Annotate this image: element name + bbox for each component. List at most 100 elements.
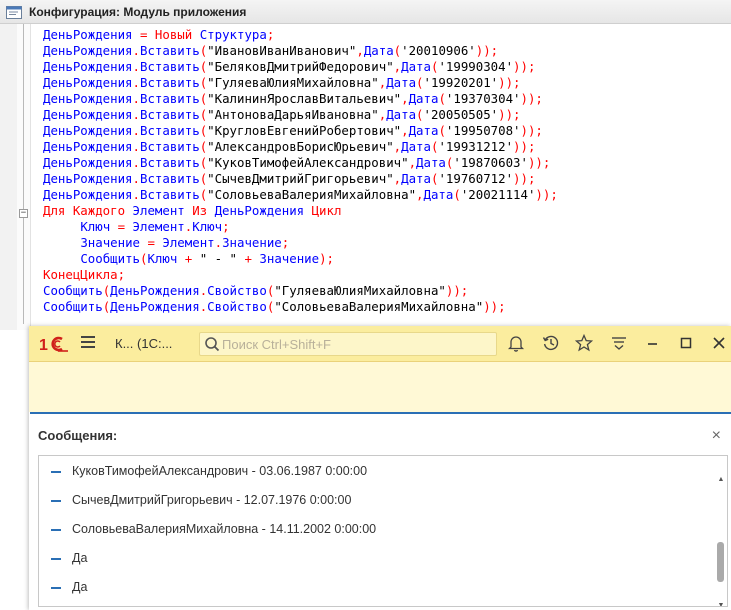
code-token: )); (498, 107, 521, 122)
code-token: ДеньРождения (43, 123, 133, 138)
code-token: Вставить (140, 123, 200, 138)
messages-close-button[interactable]: × (712, 428, 721, 444)
message-item[interactable]: КуковТимофейАлександрович - 03.06.1987 0… (39, 458, 709, 487)
code-token: ДеньРождения (43, 43, 133, 58)
code-token: Дата (408, 91, 439, 106)
star-icon[interactable] (575, 334, 593, 352)
message-text: СоловьеваВалерияМихайловна - 14.11.2002 … (72, 522, 377, 536)
code-token: "ГуляеваЮлияМихайловна" (207, 75, 379, 90)
code-token: " - " (199, 251, 238, 266)
code-token: )); (513, 139, 536, 154)
code-token: ( (416, 107, 424, 122)
code-token: '19370304' (445, 91, 521, 106)
code-token: Ключ (147, 251, 178, 266)
minimize-icon[interactable] (644, 334, 662, 352)
code-line: Сообщить(ДеньРождения.Свойство("ГуляеваЮ… (43, 283, 558, 299)
code-editor[interactable]: ДеньРождения = Новый Структура; ДеньРожде… (43, 27, 558, 315)
code-token: , (401, 123, 409, 138)
search-box[interactable] (199, 332, 497, 356)
code-token: Значение (259, 251, 320, 266)
code-token: ДеньРождения (43, 59, 133, 74)
code-token: . (214, 235, 223, 250)
search-icon (205, 337, 220, 352)
scroll-down-icon[interactable]: ▼ (717, 602, 725, 606)
message-item[interactable]: Да (39, 574, 709, 603)
bell-icon[interactable] (507, 334, 525, 352)
close-icon[interactable] (710, 334, 728, 352)
history-icon[interactable] (542, 334, 560, 352)
code-token: '19931212' (438, 139, 514, 154)
code-token: = (110, 219, 133, 234)
code-token: '20050505' (423, 107, 499, 122)
code-token: '19990304' (438, 59, 514, 74)
code-line: ДеньРождения.Вставить ("КалининЯрославВит… (43, 91, 558, 107)
client-window: 1 К... (1С:... Поиск Ctrl+Shift+F Сообще… (29, 326, 731, 610)
code-token: Ключ (80, 219, 111, 234)
code-token: ( (453, 187, 461, 202)
code-token: Элемент (162, 235, 215, 250)
code-token: Цикл (304, 203, 342, 218)
code-token: Сообщить (43, 299, 103, 314)
scroll-up-icon[interactable]: ▲ (717, 476, 725, 484)
code-token: '19870603' (453, 155, 528, 170)
code-token: )); (535, 187, 558, 202)
code-token: "СычевДмитрийГригорьевич" (207, 171, 394, 186)
code-token: ДеньРождения (110, 283, 200, 298)
messages-list[interactable]: ▲ ▼ КуковТимофейАлександрович - 03.06.19… (38, 455, 728, 607)
message-item[interactable]: Да (39, 545, 709, 574)
code-token: Свойство (207, 299, 267, 314)
message-item[interactable]: СоловьеваВалерияМихайловна - 14.11.2002 … (39, 516, 709, 545)
code-token: , (356, 43, 364, 58)
code-token: Дата (416, 155, 446, 170)
code-token: ДеньРождения (43, 107, 133, 122)
1c-logo-icon: 1 (39, 336, 68, 353)
code-token: . (132, 139, 140, 154)
search-input[interactable] (222, 336, 490, 352)
message-text: СычевДмитрийГригорьевич - 12.07.1976 0:0… (72, 493, 352, 507)
code-token: . (132, 155, 140, 170)
code-token: ДеньРождения (43, 155, 133, 170)
code-line: Ключ = Элемент.Ключ; (43, 219, 558, 235)
code-token: Вставить (140, 139, 200, 154)
code-token: "ИвановИванИванович" (207, 43, 357, 58)
code-token: Дата (408, 123, 439, 138)
code-token: Дата (423, 187, 454, 202)
panel-settings-icon[interactable] (610, 334, 628, 352)
code-token: Дата (401, 59, 431, 74)
messages-scrollbar[interactable]: ▲ ▼ (717, 476, 725, 606)
code-token: "АлександровБорисЮрьевич" (207, 139, 394, 154)
code-token: . (132, 123, 140, 138)
maximize-icon[interactable] (677, 334, 695, 352)
message-item[interactable]: СычевДмитрийГригорьевич - 12.07.1976 0:0… (39, 487, 709, 516)
code-token: "ГуляеваЮлияМихайловна" (274, 283, 446, 298)
code-token: . (132, 187, 140, 202)
code-token: ); (319, 251, 335, 266)
code-line: ДеньРождения.Вставить("КуковТимофейАлекс… (43, 155, 558, 171)
scroll-thumb[interactable] (717, 542, 724, 582)
code-token: Вставить (140, 91, 200, 106)
code-line: ДеньРождения.Вставить ("СоловьеваВалерияМ… (43, 187, 558, 203)
code-token: = (140, 235, 163, 250)
code-token: ; (117, 267, 126, 282)
code-token: Вставить (140, 187, 200, 202)
line-gutter (0, 24, 17, 330)
messages-panel: Сообщения: × ▲ ▼ КуковТимофейАлександров… (30, 412, 731, 610)
code-token: Значение (80, 235, 140, 250)
code-token: Структура (199, 27, 267, 42)
code-token: '20010906' (401, 43, 476, 58)
code-token: )); (520, 123, 543, 138)
code-token: ДеньРождения (43, 139, 133, 154)
message-marker-icon (51, 529, 61, 531)
code-token: )); (475, 43, 499, 58)
code-token: ДеньРождения (43, 75, 133, 90)
code-token: "СоловьеваВалерияМихайловна" (207, 187, 417, 202)
code-token: ( (416, 75, 424, 90)
fold-margin: − (17, 24, 31, 330)
code-line: Значение = Элемент.Значение; (43, 235, 558, 251)
fold-toggle-icon[interactable]: − (19, 209, 28, 218)
client-topbar: 1 К... (1С:... (29, 326, 731, 362)
code-token: Вставить (140, 107, 200, 122)
main-menu-button[interactable] (81, 336, 95, 350)
